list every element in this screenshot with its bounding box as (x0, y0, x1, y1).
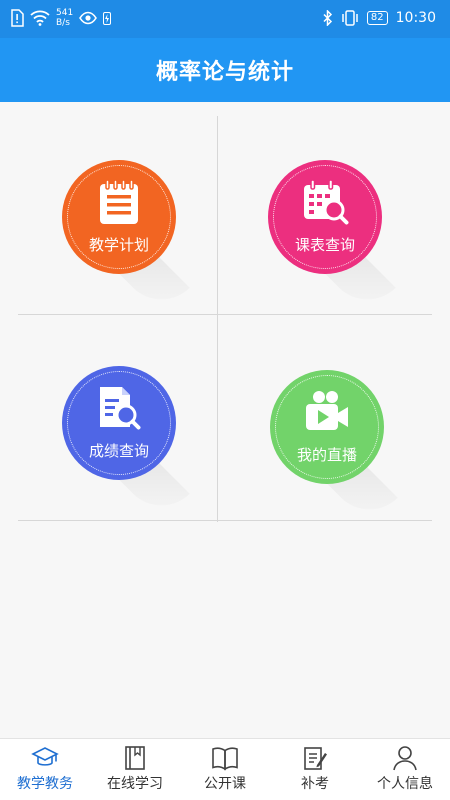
nav-item-personal-info[interactable]: 个人信息 (360, 739, 450, 800)
nav-label: 补考 (301, 776, 329, 792)
status-left-icons: 541 B/s (10, 8, 112, 28)
document-search-icon (100, 387, 141, 430)
tile-circle: 教学计划 (62, 160, 176, 274)
network-speed: 541 B/s (56, 8, 73, 28)
network-speed-value: 541 (56, 8, 74, 18)
battery-indicator: 82 (366, 11, 388, 25)
tile-label: 课表查询 (294, 236, 355, 254)
app-header: 概率论与统计 (0, 38, 450, 102)
tile-circle: 成绩查询 (62, 366, 176, 480)
nav-item-makeup-exam[interactable]: 补考 (270, 739, 360, 800)
nav-label: 公开课 (204, 776, 246, 792)
nav-label: 在线学习 (107, 776, 163, 792)
pen-paper-icon (304, 747, 327, 770)
feature-grid: 教学计划 课表查询 成绩查询 我的直播 (0, 102, 450, 526)
tile-label: 我的直播 (296, 446, 357, 464)
sim-alert-icon (11, 9, 24, 27)
nav-item-online-learning[interactable]: 在线学习 (90, 739, 180, 800)
nav-label: 个人信息 (377, 776, 433, 792)
tile-teaching-plan[interactable]: 教学计划 (62, 160, 190, 316)
notepad-icon (100, 179, 138, 224)
vibrate-icon (342, 10, 358, 26)
tile-my-live[interactable]: 我的直播 (270, 370, 398, 526)
network-speed-unit: B/s (56, 18, 70, 28)
status-right-icons: 82 10:30 (323, 10, 436, 26)
tile-circle: 课表查询 (268, 160, 382, 274)
book-icon (125, 746, 145, 770)
tile-schedule-query[interactable]: 课表查询 (268, 160, 396, 316)
calendar-search-icon (304, 179, 349, 225)
video-camera-icon (306, 391, 348, 430)
tile-grade-query[interactable]: 成绩查询 (62, 366, 190, 522)
graduation-cap-icon (31, 747, 59, 766)
bluetooth-icon (323, 10, 332, 26)
person-icon (393, 746, 417, 771)
bottom-navigation: 教学教务 在线学习 公开课 补考 个人信息 (0, 738, 450, 800)
open-book-icon (212, 747, 238, 771)
page-title: 概率论与统计 (155, 60, 294, 85)
tile-label: 成绩查询 (88, 442, 149, 460)
nav-label: 教学教务 (17, 776, 73, 792)
wifi-icon (30, 10, 50, 26)
status-bar: 541 B/s 82 10:30 (0, 0, 450, 38)
nav-item-open-course[interactable]: 公开课 (180, 739, 270, 800)
status-time: 10:30 (395, 10, 436, 26)
charging-icon (103, 12, 112, 25)
eye-icon (79, 11, 98, 25)
grid-divider-bottom (18, 520, 432, 521)
tile-circle: 我的直播 (270, 370, 384, 484)
tile-label: 教学计划 (88, 236, 149, 254)
nav-item-teaching-affairs[interactable]: 教学教务 (0, 739, 90, 800)
grid-divider-horizontal (18, 314, 432, 315)
grid-divider-vertical (217, 116, 218, 522)
